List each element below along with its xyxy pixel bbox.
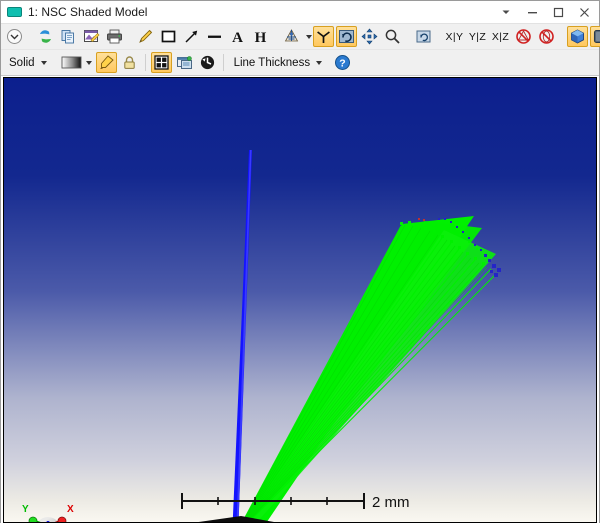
svg-text:?: ? [339,58,345,70]
svg-text:A: A [232,30,243,45]
svg-text:H: H [255,30,267,45]
refresh-button[interactable] [35,26,56,47]
chevron-down-icon [41,61,47,65]
viewport-container: Y X Z [1,76,599,525]
view-xz-label: X|Z [488,31,513,43]
nsc-shaded-model-viewport[interactable]: Y X Z [3,77,597,523]
toolbar-separator [223,54,224,71]
annotate-pencil-button[interactable] [135,26,156,47]
scene-3d[interactable]: Y X Z [4,78,596,522]
draw-arrow-button[interactable] [181,26,202,47]
titlebar-minimize-button[interactable] [519,2,545,22]
chevron-down-icon[interactable] [306,35,312,39]
save-image-button[interactable] [81,26,102,47]
settings-dropdown-button[interactable] [4,26,25,47]
draw-rectangle-button[interactable] [158,26,179,47]
titlebar-close-button[interactable] [571,2,597,22]
chevron-down-icon [316,61,322,65]
window-title: 1: NSC Shaded Model [28,5,147,19]
hide-rays-button[interactable] [513,26,534,47]
color-gradient-dropdown[interactable] [59,52,94,73]
toolbar-secondary: Solid [1,50,599,76]
titlebar-buttons [493,1,597,23]
copy-button[interactable] [58,26,79,47]
print-button[interactable] [104,26,125,47]
draw-line-button[interactable] [204,26,225,47]
reset-view-button[interactable] [413,26,434,47]
chevron-down-icon [86,61,92,65]
line-thickness-dropdown[interactable]: Line Thickness [229,52,325,73]
hide-lens-button[interactable] [536,26,557,47]
view-yz-button[interactable]: Y|Z [467,26,488,47]
rotate-view-button[interactable] [336,26,357,47]
lock-button[interactable] [119,52,140,73]
render-mode-label: Solid [6,57,38,69]
titlebar: 1: NSC Shaded Model [1,1,599,24]
view-xz-button[interactable]: X|Z [490,26,511,47]
render-mode-dropdown[interactable]: Solid [4,52,49,73]
ray-database-button[interactable] [281,26,302,47]
zoom-magnifier-button[interactable] [382,26,403,47]
nsc-shaded-model-window: 1: NSC Shaded Model [0,0,600,523]
dimension-button[interactable]: H [250,26,271,47]
perspective-3d-button[interactable] [567,26,588,47]
scale-bar-label: 2 mm [372,494,410,511]
titlebar-maximize-button[interactable] [545,2,571,22]
view-yz-label: Y|Z [465,31,490,43]
rotate-tripod-button[interactable] [313,26,334,47]
help-button[interactable]: ? [332,52,353,73]
shaded-model-button[interactable] [590,26,600,47]
titlebar-dropdown-button[interactable] [493,2,519,22]
toolbar-separator [145,54,146,71]
fit-to-window-button[interactable] [151,52,172,73]
text-annotation-button[interactable]: A [227,26,248,47]
layout-settings-button[interactable] [174,52,195,73]
pan-move-button[interactable] [359,26,380,47]
toolbar-primary: A H [1,24,599,50]
reset-rotation-button[interactable] [197,52,218,73]
view-xy-button[interactable]: X|Y [444,26,465,47]
highlight-tool-button[interactable] [96,52,117,73]
line-thickness-label: Line Thickness [231,57,314,69]
gizmo-x-label: X [67,504,74,515]
gizmo-y-label: Y [22,504,29,515]
window-chip-icon [6,4,22,20]
view-xy-label: X|Y [442,31,468,43]
